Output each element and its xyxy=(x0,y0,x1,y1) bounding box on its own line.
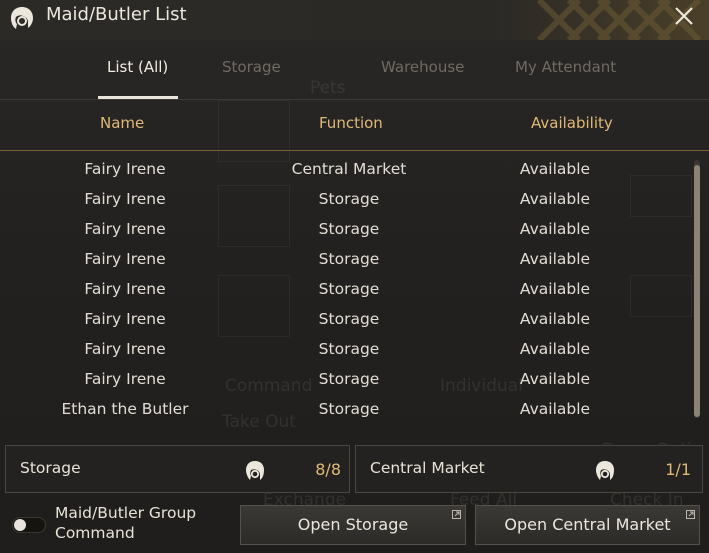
central-market-count: 1/1 xyxy=(665,460,691,479)
row-function: Storage xyxy=(318,310,380,328)
row-function: Central Market xyxy=(291,160,407,178)
tab-bar: List (All) Storage Warehouse My Attendan… xyxy=(0,50,709,100)
row-name: Fairy Irene xyxy=(84,160,166,178)
row-availability: Available xyxy=(519,160,591,178)
row-name: Fairy Irene xyxy=(84,310,166,328)
row-name: Fairy Irene xyxy=(84,190,166,208)
column-header-name: Name xyxy=(100,114,145,132)
tab-my-attendant[interactable]: My Attendant xyxy=(515,58,616,76)
maid-head-icon xyxy=(596,461,614,480)
open-storage-button-label: Open Storage xyxy=(297,515,409,534)
row-function: Storage xyxy=(318,220,380,238)
row-availability: Available xyxy=(519,280,591,298)
row-availability: Available xyxy=(519,340,591,358)
table-row[interactable]: Fairy Irene Storage Available xyxy=(0,365,690,395)
row-availability: Available xyxy=(519,370,591,388)
row-name: Ethan the Butler xyxy=(61,400,189,418)
row-function: Storage xyxy=(318,190,380,208)
table-row[interactable]: Fairy Irene Storage Available xyxy=(0,275,690,305)
popout-corner-icon xyxy=(452,510,461,519)
row-availability: Available xyxy=(519,400,591,418)
scrollbar-thumb[interactable] xyxy=(694,165,700,417)
row-function: Storage xyxy=(318,280,380,298)
column-header-availability: Availability xyxy=(531,114,613,132)
title-bar[interactable]: Maid/Butler List xyxy=(0,0,709,40)
table-row[interactable]: Fairy Irene Storage Available xyxy=(0,185,690,215)
row-name: Fairy Irene xyxy=(84,340,166,358)
group-command-label: Maid/Butler Group Command xyxy=(55,504,197,542)
row-name: Fairy Irene xyxy=(84,370,166,388)
close-icon[interactable] xyxy=(673,5,695,27)
storage-summary-label: Storage xyxy=(20,459,81,477)
table-row[interactable]: Fairy Irene Storage Available xyxy=(0,305,690,335)
popout-corner-icon xyxy=(686,510,695,519)
open-central-market-button-label: Open Central Market xyxy=(504,515,671,534)
group-command-toggle[interactable] xyxy=(12,517,46,533)
maid-head-icon xyxy=(246,461,264,480)
open-storage-button[interactable]: Open Storage xyxy=(240,505,466,545)
maid-head-icon xyxy=(11,7,33,29)
row-name: Fairy Irene xyxy=(84,220,166,238)
tab-storage[interactable]: Storage xyxy=(222,58,281,76)
row-availability: Available xyxy=(519,310,591,328)
table-row[interactable]: Fairy Irene Storage Available xyxy=(0,245,690,275)
tab-warehouse[interactable]: Warehouse xyxy=(381,58,464,76)
maid-butler-list-window: Pets Command Individual Take Out Exchang… xyxy=(0,0,709,553)
storage-summary: Storage 8/8 xyxy=(5,445,350,493)
row-function: Storage xyxy=(318,340,380,358)
row-availability: Available xyxy=(519,250,591,268)
table-row[interactable]: Ethan the Butler Storage Available xyxy=(0,395,690,425)
open-central-market-button[interactable]: Open Central Market xyxy=(475,505,700,545)
window-title: Maid/Butler List xyxy=(46,4,187,25)
tab-list-all[interactable]: List (All) xyxy=(107,58,168,76)
storage-count: 8/8 xyxy=(315,460,341,479)
table-row[interactable]: Fairy Irene Central Market Available xyxy=(0,155,690,185)
row-availability: Available xyxy=(519,190,591,208)
row-name: Fairy Irene xyxy=(84,280,166,298)
row-function: Storage xyxy=(318,250,380,268)
header-divider xyxy=(0,150,709,151)
table-row[interactable]: Fairy Irene Storage Available xyxy=(0,335,690,365)
central-market-summary: Central Market 1/1 xyxy=(355,445,703,493)
row-function: Storage xyxy=(318,370,380,388)
column-header-function: Function xyxy=(319,114,383,132)
row-name: Fairy Irene xyxy=(84,250,166,268)
toggle-knob xyxy=(14,519,26,531)
central-market-summary-label: Central Market xyxy=(370,459,485,477)
row-availability: Available xyxy=(519,220,591,238)
table-header: Name Function Availability xyxy=(0,100,709,150)
row-function: Storage xyxy=(318,400,380,418)
table-row[interactable]: Fairy Irene Storage Available xyxy=(0,215,690,245)
attendant-list: Fairy Irene Central Market Available Fai… xyxy=(0,155,690,435)
